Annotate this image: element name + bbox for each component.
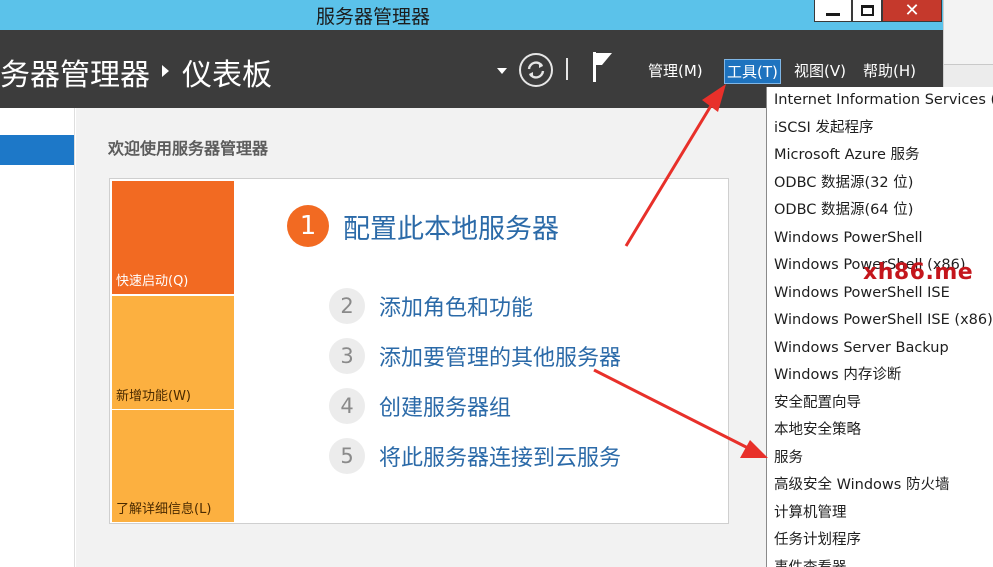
welcome-panel: 快速启动(Q) 新增功能(W) 了解详细信息(L) 1 配置此本地服务器 2 添加角… — [109, 178, 729, 524]
step-number-badge: 4 — [329, 388, 365, 424]
tools-menu-item[interactable]: 服务 — [767, 445, 993, 473]
background-window — [943, 0, 993, 149]
sidebar — [0, 108, 75, 567]
window-title: 服务器管理器 — [316, 6, 431, 28]
breadcrumb-current: 仪表板 — [182, 58, 272, 93]
tile-label: 了解详细信息(L) — [116, 502, 212, 517]
tools-menu-item[interactable]: Internet Information Services ( — [767, 87, 993, 115]
maximize-button[interactable] — [852, 0, 882, 22]
step-create-server-group[interactable]: 4 创建服务器组 — [329, 388, 511, 424]
breadcrumb-dropdown-icon[interactable] — [497, 68, 507, 74]
step-link[interactable]: 创建服务器组 — [379, 390, 511, 422]
tools-menu-item[interactable]: Windows Server Backup — [767, 335, 993, 363]
step-link[interactable]: 配置此本地服务器 — [343, 207, 559, 246]
tile-whats-new[interactable]: 新增功能(W) — [112, 296, 234, 409]
step-number-badge: 2 — [329, 288, 365, 324]
dashboard-main: 欢迎使用服务器管理器 快速启动(Q) 新增功能(W) 了解详细信息(L) 1 配置… — [76, 108, 766, 567]
menu-tools[interactable]: 工具(T) — [724, 59, 781, 84]
tile-label: 快速启动(Q) — [116, 274, 189, 289]
tools-menu-item[interactable]: Windows PowerShell — [767, 225, 993, 253]
refresh-icon — [527, 61, 545, 79]
tools-menu-item[interactable]: Microsoft Azure 服务 — [767, 142, 993, 170]
title-bar: 服务器管理器 ✕ — [0, 0, 943, 30]
step-number-badge: 3 — [329, 338, 365, 374]
step-add-servers[interactable]: 3 添加要管理的其他服务器 — [329, 338, 621, 374]
tools-menu-item[interactable]: 计算机管理 — [767, 500, 993, 528]
step-link[interactable]: 添加角色和功能 — [379, 290, 533, 322]
minimize-icon — [826, 13, 840, 16]
step-link[interactable]: 将此服务器连接到云服务 — [379, 440, 621, 472]
menu-help[interactable]: 帮助(H) — [861, 60, 918, 81]
tools-menu-item[interactable]: ODBC 数据源(64 位) — [767, 197, 993, 225]
refresh-button[interactable] — [519, 53, 553, 87]
menu-manage[interactable]: 管理(M) — [646, 60, 705, 81]
tools-dropdown-menu: Internet Information Services (iSCSI 发起程… — [766, 87, 993, 567]
notification-flag-icon[interactable] — [590, 50, 616, 84]
step-configure-local-server[interactable]: 1 配置此本地服务器 — [287, 205, 559, 247]
tile-learn-more[interactable]: 了解详细信息(L) — [112, 410, 234, 522]
watermark: xh86.me — [863, 260, 974, 285]
step-add-roles[interactable]: 2 添加角色和功能 — [329, 288, 533, 324]
menu-view[interactable]: 视图(V) — [792, 60, 848, 81]
tools-menu-item[interactable]: iSCSI 发起程序 — [767, 115, 993, 143]
tools-menu-item[interactable]: ODBC 数据源(32 位) — [767, 170, 993, 198]
header-divider — [566, 58, 568, 80]
tools-menu-list: Internet Information Services (iSCSI 发起程… — [767, 87, 993, 567]
step-link[interactable]: 添加要管理的其他服务器 — [379, 340, 621, 372]
close-button[interactable]: ✕ — [882, 0, 942, 22]
minimize-button[interactable] — [814, 0, 852, 22]
tools-menu-item[interactable]: Windows PowerShell ISE (x86) — [767, 307, 993, 335]
breadcrumb-separator-icon — [162, 65, 169, 77]
tools-menu-item[interactable]: 本地安全策略 — [767, 417, 993, 445]
tile-quick-start[interactable]: 快速启动(Q) — [112, 181, 234, 294]
step-number-badge: 5 — [329, 438, 365, 474]
tools-menu-item[interactable]: 安全配置向导 — [767, 390, 993, 418]
tools-menu-item[interactable]: 高级安全 Windows 防火墙 — [767, 472, 993, 500]
tile-label: 新增功能(W) — [116, 389, 191, 404]
step-connect-cloud[interactable]: 5 将此服务器连接到云服务 — [329, 438, 621, 474]
tools-menu-item[interactable]: 事件查看器 — [767, 555, 993, 567]
sidebar-item-dashboard[interactable] — [0, 135, 74, 165]
maximize-icon — [860, 5, 874, 16]
step-number-badge: 1 — [287, 205, 329, 247]
tools-menu-item[interactable]: Windows 内存诊断 — [767, 362, 993, 390]
welcome-title: 欢迎使用服务器管理器 — [108, 139, 269, 158]
tools-menu-item[interactable]: 任务计划程序 — [767, 527, 993, 555]
close-icon: ✕ — [904, 0, 920, 21]
breadcrumb-root[interactable]: 务器管理器 — [0, 50, 150, 94]
